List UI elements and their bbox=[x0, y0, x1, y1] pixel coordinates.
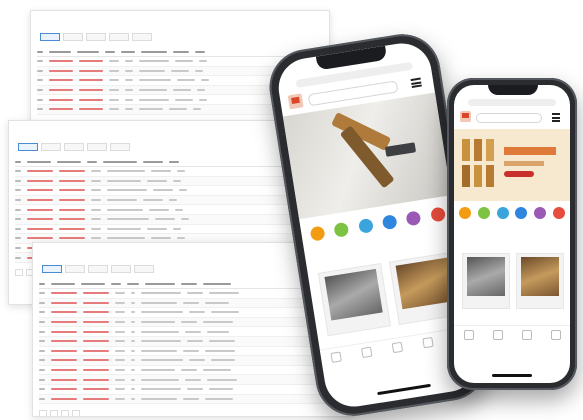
sheet-tab[interactable] bbox=[41, 143, 61, 151]
hero-banner bbox=[282, 92, 452, 220]
table-row[interactable] bbox=[15, 186, 303, 196]
hero-banner bbox=[454, 129, 570, 201]
tab-icon[interactable] bbox=[492, 330, 503, 340]
product-card[interactable] bbox=[317, 263, 391, 337]
sheet-tab[interactable] bbox=[109, 33, 129, 41]
table-row[interactable] bbox=[15, 205, 303, 215]
sheet-tab[interactable] bbox=[64, 143, 84, 151]
category-icon[interactable] bbox=[429, 206, 446, 223]
category-icon[interactable] bbox=[459, 207, 472, 219]
category-icon[interactable] bbox=[552, 207, 565, 219]
home-indicator bbox=[492, 374, 532, 377]
door-handle-image bbox=[332, 113, 416, 188]
tab-icon[interactable] bbox=[361, 346, 373, 359]
table-row[interactable] bbox=[15, 167, 303, 177]
table-row[interactable] bbox=[15, 214, 303, 225]
table-row[interactable] bbox=[39, 308, 347, 318]
hamburger-menu-icon[interactable] bbox=[410, 77, 422, 88]
table-row[interactable] bbox=[39, 394, 347, 405]
sheet-tab[interactable] bbox=[86, 33, 106, 41]
table-row[interactable] bbox=[39, 317, 347, 328]
sheet-tab[interactable] bbox=[42, 265, 62, 273]
tab-icon[interactable] bbox=[422, 336, 434, 349]
sheet-tab[interactable] bbox=[65, 265, 85, 273]
search-input[interactable] bbox=[476, 113, 542, 123]
sheet-tab[interactable] bbox=[87, 143, 107, 151]
hamburger-menu-icon[interactable] bbox=[552, 113, 560, 122]
tab-icon-home[interactable] bbox=[330, 351, 343, 363]
tab-icon-home[interactable] bbox=[463, 330, 474, 340]
tab-icon[interactable] bbox=[521, 330, 532, 340]
category-icon[interactable] bbox=[333, 221, 350, 238]
sheet-tab[interactable] bbox=[63, 33, 83, 41]
table-row[interactable] bbox=[39, 336, 347, 347]
sheet-tab[interactable] bbox=[111, 265, 131, 273]
sheet-tab[interactable] bbox=[40, 33, 60, 41]
category-icon[interactable] bbox=[405, 210, 422, 227]
phone-small bbox=[447, 78, 577, 390]
home-indicator bbox=[377, 383, 431, 396]
table-row[interactable] bbox=[39, 385, 347, 395]
tab-icon[interactable] bbox=[391, 341, 404, 354]
table-row[interactable] bbox=[15, 176, 303, 187]
table-row[interactable] bbox=[39, 327, 347, 337]
sheet-tabs bbox=[18, 143, 309, 151]
table-row[interactable] bbox=[39, 347, 347, 357]
composite-scene bbox=[0, 0, 583, 420]
phone-small-screen bbox=[454, 85, 570, 383]
pagination bbox=[39, 410, 353, 416]
sheet-tab[interactable] bbox=[18, 143, 38, 151]
phone-notch bbox=[488, 85, 538, 95]
product-card[interactable] bbox=[516, 253, 564, 309]
tab-icon[interactable] bbox=[550, 330, 561, 340]
sheet-tab[interactable] bbox=[88, 265, 108, 273]
promo-banner-image bbox=[462, 139, 556, 187]
category-icon[interactable] bbox=[496, 207, 509, 219]
category-icon[interactable] bbox=[533, 207, 546, 219]
category-icon[interactable] bbox=[357, 217, 374, 234]
product-image bbox=[520, 257, 560, 297]
brand-logo-icon bbox=[287, 93, 304, 110]
table-row[interactable] bbox=[39, 356, 347, 366]
table-header bbox=[37, 47, 323, 57]
product-card[interactable] bbox=[462, 253, 510, 309]
table-row[interactable] bbox=[15, 195, 303, 206]
bottom-tab-bar bbox=[454, 325, 570, 344]
sheet-tab[interactable] bbox=[134, 265, 154, 273]
table-row[interactable] bbox=[39, 375, 347, 385]
sheet-tabs bbox=[40, 33, 329, 41]
category-icons bbox=[456, 207, 568, 221]
table-header bbox=[15, 157, 303, 167]
category-icon[interactable] bbox=[309, 225, 326, 242]
category-icon[interactable] bbox=[477, 207, 490, 219]
product-image bbox=[466, 257, 506, 297]
table-row[interactable] bbox=[15, 225, 303, 235]
table-row[interactable] bbox=[39, 298, 347, 309]
sheet-tab[interactable] bbox=[110, 143, 130, 151]
product-image bbox=[395, 257, 454, 310]
category-icon[interactable] bbox=[381, 214, 398, 231]
table-row[interactable] bbox=[39, 366, 347, 376]
sheet-title bbox=[18, 129, 309, 141]
url-bar[interactable] bbox=[467, 99, 557, 106]
sheet-tab[interactable] bbox=[132, 33, 152, 41]
sheet-title bbox=[40, 19, 329, 31]
category-icon[interactable] bbox=[515, 207, 528, 219]
product-image bbox=[324, 268, 383, 321]
brand-logo-icon bbox=[460, 111, 471, 122]
